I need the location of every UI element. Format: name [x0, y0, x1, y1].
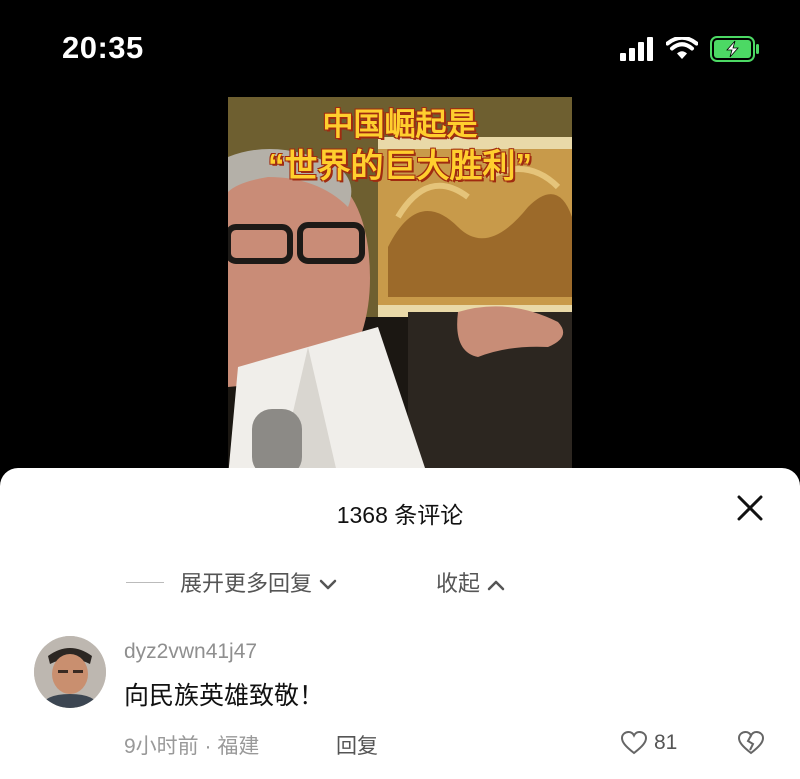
- avatar-photo: [34, 636, 106, 708]
- reply-button[interactable]: 回复: [336, 730, 378, 760]
- broken-heart-icon[interactable]: [737, 730, 765, 756]
- status-icons: [620, 36, 760, 62]
- comment-username[interactable]: dyz2vwn41j47: [124, 640, 257, 664]
- video-player[interactable]: 中国崛起是 “世界的巨大胜利”: [228, 97, 572, 477]
- like-button[interactable]: 81: [620, 730, 677, 756]
- collapse-label: 收起: [436, 571, 481, 596]
- heart-icon: [620, 730, 648, 755]
- expand-more-replies-label: 展开更多回复: [180, 571, 313, 596]
- comments-sheet: 1368 条评论 展开更多回复 收起 dyz2vwn41j47 向民族英雄致敬！…: [0, 468, 800, 779]
- cellular-signal-icon: [620, 37, 653, 61]
- collapse-replies-button[interactable]: 收起: [436, 566, 506, 598]
- divider-line: [126, 582, 164, 583]
- chevron-up-icon: [487, 580, 505, 591]
- close-icon[interactable]: [734, 492, 766, 524]
- status-bar: 20:35: [0, 0, 800, 100]
- expand-more-replies-button[interactable]: 展开更多回复: [180, 566, 338, 598]
- wifi-icon: [666, 37, 698, 59]
- chevron-down-icon: [319, 579, 337, 590]
- comment-meta: 9小时前 · 福建: [124, 735, 260, 758]
- comment-text: 向民族英雄致敬！: [124, 682, 325, 710]
- status-time: 20:35: [62, 30, 144, 65]
- battery-charging-icon: [710, 36, 759, 62]
- video-title-line-2: “世界的巨大胜利”: [268, 147, 532, 184]
- like-count: 81: [654, 731, 678, 754]
- avatar[interactable]: [34, 636, 106, 708]
- video-title-line-1: 中国崛起是: [322, 107, 478, 142]
- reply-toggle-row: 展开更多回复 收起: [0, 566, 800, 598]
- comments-count-title: 1368 条评论: [336, 502, 464, 528]
